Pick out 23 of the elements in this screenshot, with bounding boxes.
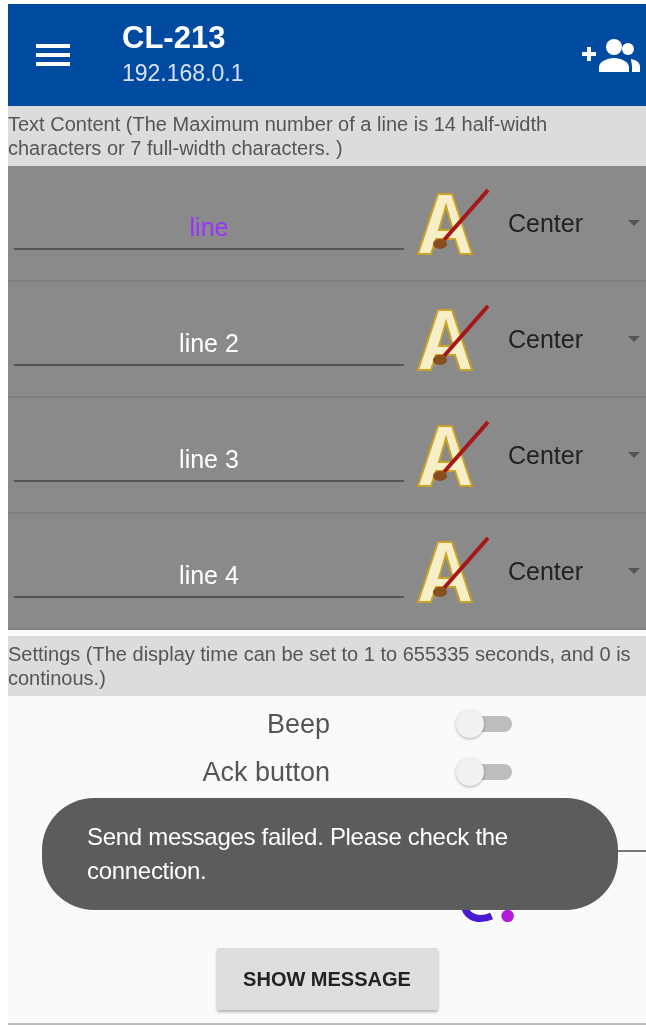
alignment-dropdown[interactable]: Center [508,208,646,238]
ip-address: 192.168.0.1 [122,59,245,88]
font-color-icon[interactable] [414,188,490,258]
toggle-switch[interactable] [456,709,512,739]
alignment-dropdown[interactable]: Center [508,324,646,354]
text-content-header: Text Content (The Maximum number of a line is 14 half-width characters or 7 full-width characters. ) [8,112,549,161]
font-color-icon[interactable] [414,536,490,606]
alignment-dropdown[interactable]: Center [508,440,646,470]
menu-icon[interactable] [36,43,70,67]
line-text-field[interactable]: line 3 [14,438,404,482]
add-group-icon[interactable] [582,38,640,72]
line-text-field[interactable]: line 2 [14,322,404,366]
switch-label: Beep [265,708,330,740]
settings-header: Settings (The display time can be set to 1 to 655335 seconds, and 0 is continous.) [8,642,632,691]
font-color-icon[interactable] [414,420,490,490]
alignment-dropdown[interactable]: Center [508,556,646,586]
font-color-icon[interactable] [414,304,490,374]
line-text-field[interactable]: line 4 [14,554,404,598]
device-title: CL-213 [122,20,227,56]
toast-message: Send messages failed. Please check the connection. [87,822,509,886]
toggle-switch[interactable] [456,757,512,787]
switch-label: Ack button [201,756,330,788]
show-message-button[interactable]: SHOW MESSAGE [216,948,438,1010]
